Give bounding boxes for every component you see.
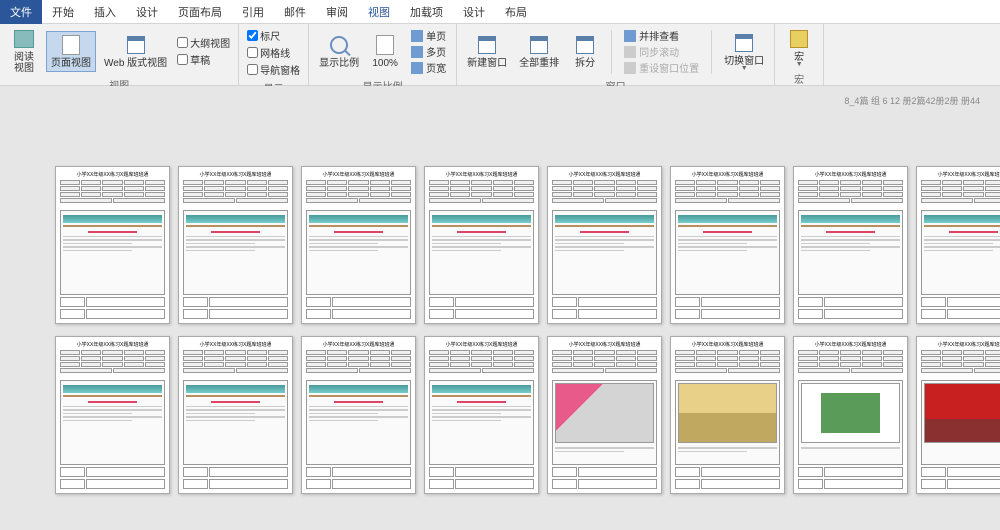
gridlines-checkbox[interactable] xyxy=(247,47,258,58)
group-window: 新建窗口 全部重排 拆分 并排查看 同步滚动 重设窗口位置 切换窗口 ▼ xyxy=(457,24,775,85)
macro-button[interactable]: 宏 ▼ xyxy=(781,26,817,70)
page-view-button[interactable]: 页面视图 xyxy=(46,31,96,72)
page-width-button[interactable]: 页宽 xyxy=(411,60,446,75)
multi-page-icon xyxy=(411,46,423,58)
single-page-icon xyxy=(411,30,423,42)
page-thumbnail[interactable]: 小学XX年级XX练习X题库班班通 xyxy=(670,166,785,324)
split-button[interactable]: 拆分 xyxy=(567,32,603,71)
switch-window-button[interactable]: 切换窗口 ▼ xyxy=(720,30,768,74)
web-icon xyxy=(125,34,147,56)
zoom-100-button[interactable]: 100% xyxy=(367,32,403,71)
tab-addins[interactable]: 加载项 xyxy=(400,0,453,24)
status-text: 8_4篇 组 6 12 册2篇42册2册 册44 xyxy=(844,94,980,107)
group-views: 阅读 视图 页面视图 Web 版式视图 大纲视图 草稿 视图 xyxy=(0,24,239,85)
sync-scroll-icon xyxy=(624,46,636,58)
tab-view[interactable]: 视图 xyxy=(358,0,400,24)
side-by-side-button[interactable]: 并排查看 xyxy=(624,28,699,43)
page-thumbnails: 小学XX年级XX练习X题库班班通小学XX年级XX练习X题库班班通小学XX年级XX… xyxy=(55,166,1000,501)
tab-table-design[interactable]: 设计 xyxy=(453,0,495,24)
page-thumbnail[interactable]: 小学XX年级XX练习X题库班班通 xyxy=(178,336,293,494)
group-macro: 宏 ▼ 宏 xyxy=(775,24,824,85)
multi-page-button[interactable]: 多页 xyxy=(411,44,446,59)
page-thumbnail[interactable]: 小学XX年级XX练习X题库班班通 xyxy=(424,166,539,324)
gridlines-option[interactable]: 网格线 xyxy=(247,45,300,60)
group-label-macro: 宏 xyxy=(781,70,817,87)
outline-checkbox[interactable] xyxy=(177,37,188,48)
page-thumbnail[interactable]: 小学XX年级XX练习X题库班班通 xyxy=(301,336,416,494)
single-page-button[interactable]: 单页 xyxy=(411,28,446,43)
group-show: 标尺 网格线 导航窗格 显示 xyxy=(239,24,309,85)
new-window-icon xyxy=(476,34,498,56)
new-window-button[interactable]: 新建窗口 xyxy=(463,32,511,71)
tab-table-layout[interactable]: 布局 xyxy=(495,0,537,24)
nav-option[interactable]: 导航窗格 xyxy=(247,62,300,77)
tab-references[interactable]: 引用 xyxy=(232,0,274,24)
page-thumbnail[interactable]: 小学XX年级XX练习X题库班班通 xyxy=(793,336,908,494)
tab-file[interactable]: 文件 xyxy=(0,0,42,24)
nav-checkbox[interactable] xyxy=(247,64,258,75)
read-view-button[interactable]: 阅读 视图 xyxy=(6,26,42,76)
draft-checkbox[interactable] xyxy=(177,54,188,65)
ribbon: 阅读 视图 页面视图 Web 版式视图 大纲视图 草稿 视图 标尺 网格线 导航… xyxy=(0,24,1000,86)
tab-design[interactable]: 设计 xyxy=(126,0,168,24)
ribbon-tabs: 文件 开始 插入 设计 页面布局 引用 邮件 审阅 视图 加载项 设计 布局 xyxy=(0,0,1000,24)
page-thumbnail[interactable]: 小学XX年级XX练习X题库班班通 xyxy=(424,336,539,494)
page-thumbnail[interactable]: 小学XX年级XX练习X题库班班通 xyxy=(55,336,170,494)
tab-insert[interactable]: 插入 xyxy=(84,0,126,24)
tab-home[interactable]: 开始 xyxy=(42,0,84,24)
chevron-down-icon: ▼ xyxy=(741,65,748,72)
page-thumbnail[interactable]: 小学XX年级XX练习X题库班班通 xyxy=(916,166,1000,324)
arrange-icon xyxy=(528,34,550,56)
page-thumbnail[interactable]: 小学XX年级XX练习X题库班班通 xyxy=(178,166,293,324)
outline-view-option[interactable]: 大纲视图 xyxy=(177,35,230,50)
book-icon xyxy=(13,28,35,50)
page-thumbnail[interactable]: 小学XX年级XX练习X题库班班通 xyxy=(55,166,170,324)
zoom-button[interactable]: 显示比例 xyxy=(315,32,363,71)
tab-layout[interactable]: 页面布局 xyxy=(168,0,232,24)
switch-window-icon xyxy=(733,32,755,54)
page-width-icon xyxy=(411,62,423,74)
reset-pos-button[interactable]: 重设窗口位置 xyxy=(624,60,699,75)
page-thumbnail[interactable]: 小学XX年级XX练习X题库班班通 xyxy=(547,166,662,324)
group-zoom: 显示比例 100% 单页 多页 页宽 显示比例 xyxy=(309,24,457,85)
page-thumbnail[interactable]: 小学XX年级XX练习X题库班班通 xyxy=(793,166,908,324)
sync-scroll-button[interactable]: 同步滚动 xyxy=(624,44,699,59)
draft-view-option[interactable]: 草稿 xyxy=(177,52,230,67)
document-area[interactable]: 8_4篇 组 6 12 册2篇42册2册 册44 小学XX年级XX练习X题库班班… xyxy=(0,86,1000,530)
page-thumbnail[interactable]: 小学XX年级XX练习X题库班班通 xyxy=(547,336,662,494)
ruler-checkbox[interactable] xyxy=(247,30,258,41)
chevron-down-icon: ▼ xyxy=(796,61,803,68)
split-icon xyxy=(574,34,596,56)
tab-review[interactable]: 审阅 xyxy=(316,0,358,24)
side-by-side-icon xyxy=(624,30,636,42)
web-view-button[interactable]: Web 版式视图 xyxy=(100,32,171,71)
macro-icon xyxy=(788,28,810,50)
arrange-all-button[interactable]: 全部重排 xyxy=(515,32,563,71)
page-thumbnail[interactable]: 小学XX年级XX练习X题库班班通 xyxy=(301,166,416,324)
magnifier-icon xyxy=(328,34,350,56)
page-thumbnail[interactable]: 小学XX年级XX练习X题库班班通 xyxy=(670,336,785,494)
reset-pos-icon xyxy=(624,62,636,74)
page-thumbnail[interactable]: 小学XX年级XX练习X题库班班通 xyxy=(916,336,1000,494)
page-100-icon xyxy=(374,34,396,56)
page-icon xyxy=(60,34,82,56)
tab-mailings[interactable]: 邮件 xyxy=(274,0,316,24)
ruler-option[interactable]: 标尺 xyxy=(247,28,300,43)
